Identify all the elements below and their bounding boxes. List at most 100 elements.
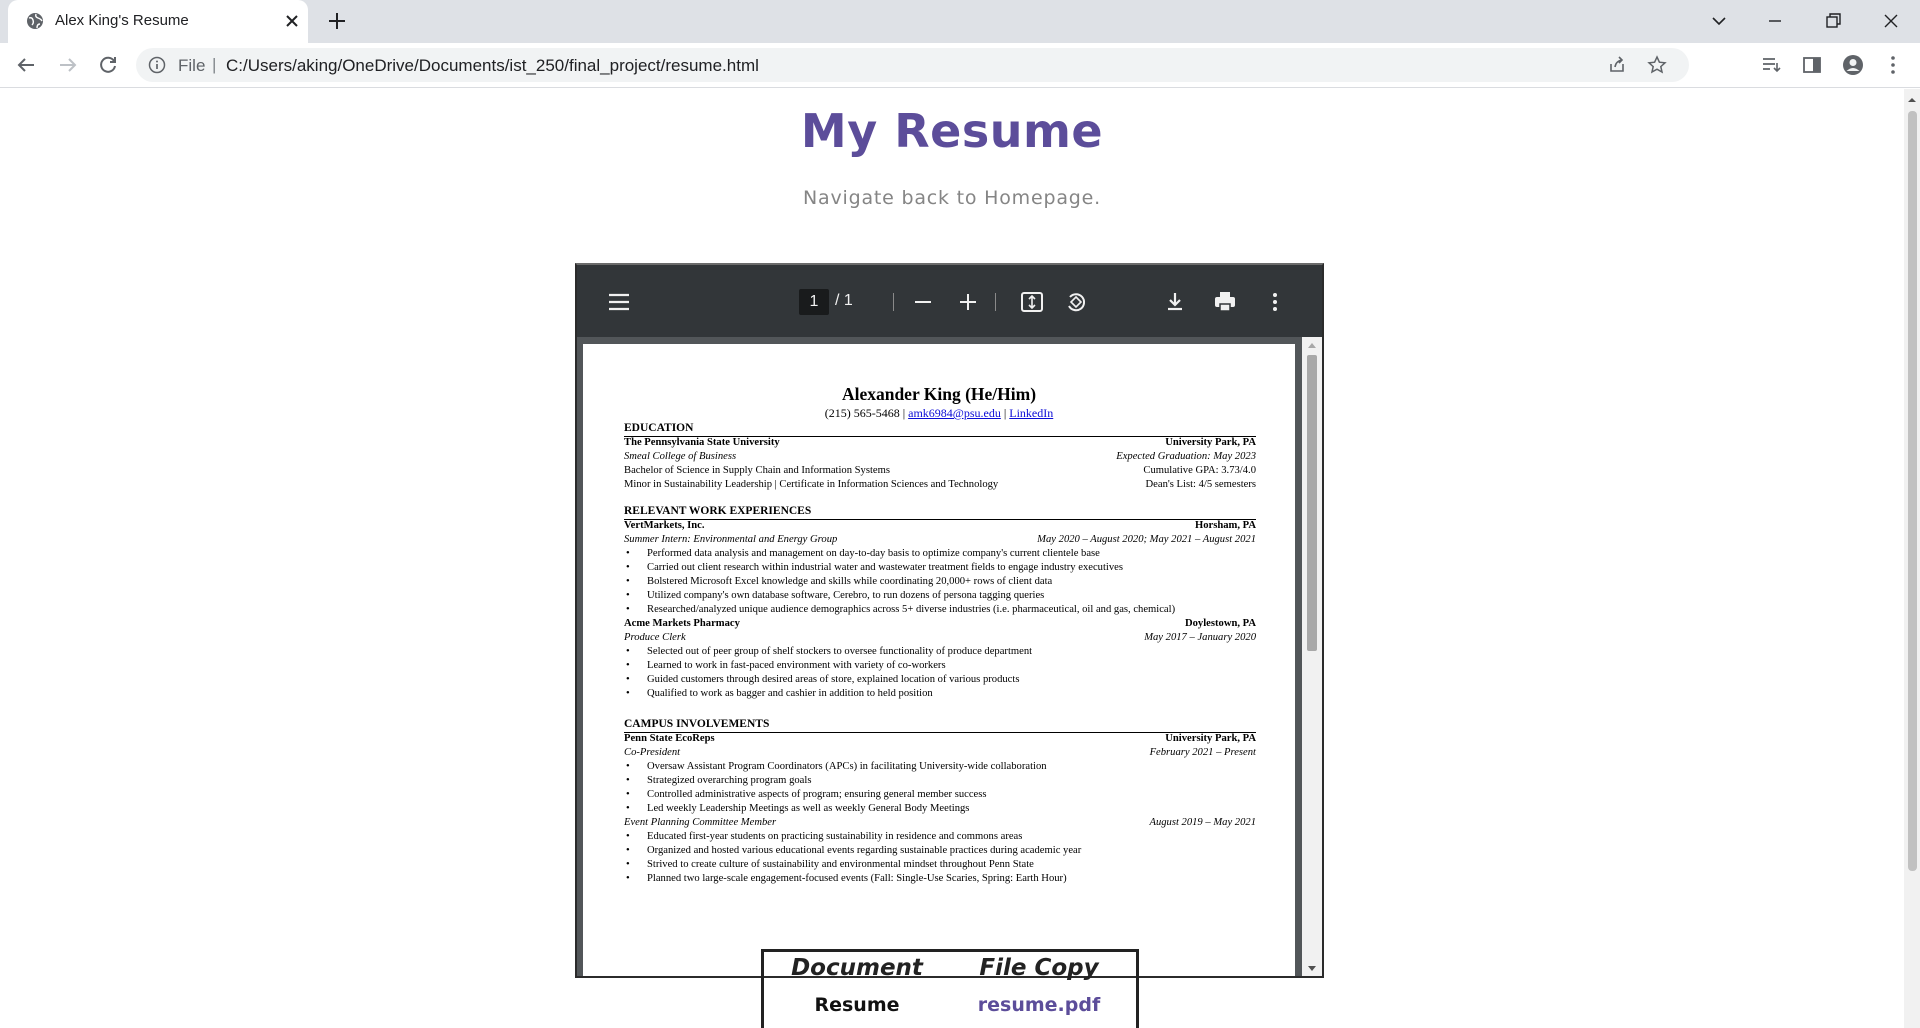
bullet-text: Guided customers through desired areas o…: [647, 674, 1020, 685]
bullet-text: Strived to create culture of sustainabil…: [647, 859, 1034, 870]
bullet-item: Carried out client research within indus…: [626, 561, 1267, 575]
bullet-text: Utilized company's own database software…: [647, 590, 1045, 601]
job-dates: May 2017 – January 2020: [1144, 632, 1256, 643]
new-tab-icon[interactable]: [326, 10, 348, 32]
bullet-text: Selected out of peer group of shelf stoc…: [647, 646, 1033, 657]
more-menu-icon[interactable]: [1882, 54, 1904, 76]
page-scrollbar[interactable]: [1904, 89, 1920, 1028]
org-role: Event Planning Committee Member: [624, 817, 777, 828]
close-tab-icon[interactable]: [282, 11, 302, 31]
tab-search-chevron-icon[interactable]: [1706, 8, 1732, 34]
resume-linkedin-link[interactable]: LinkedIn: [1009, 406, 1053, 420]
bullet-item: Strategized overarching program goals: [626, 774, 1267, 788]
org-role-row: Event Planning Committee Member August 2…: [624, 816, 1256, 830]
pdf-page: Alexander King (He/Him) (215) 565-5468 |…: [583, 344, 1295, 976]
page-content: My Resume Navigate back to Homepage. 1 /…: [0, 89, 1904, 1028]
job-dates: May 2020 – August 2020; May 2021 – Augus…: [1037, 534, 1256, 545]
bullet-item: Researched/analyzed unique audience demo…: [626, 603, 1267, 617]
company-location: Horsham, PA: [1194, 520, 1256, 531]
college-name: Smeal College of Business: [624, 451, 737, 462]
pdf-scroll-thumb[interactable]: [1307, 355, 1317, 651]
company-location: Doylestown, PA: [1184, 618, 1256, 629]
share-icon[interactable]: [1607, 55, 1627, 75]
profile-avatar-icon[interactable]: [1842, 54, 1864, 76]
bullet-item: Organized and hosted various educational…: [626, 844, 1267, 858]
table-header-document: Document: [791, 955, 923, 981]
job-role: Produce Clerk: [624, 632, 686, 643]
pdf-more-icon[interactable]: [1262, 289, 1288, 315]
pdf-scrollbar[interactable]: [1302, 337, 1322, 976]
zoom-out-icon[interactable]: [910, 289, 936, 315]
minimize-icon[interactable]: [1762, 8, 1788, 34]
homepage-link[interactable]: Navigate back to Homepage.: [0, 187, 1904, 209]
resume-contact: (215) 565-5468 | amk6984@psu.edu | Linke…: [583, 406, 1295, 421]
table-header-file-copy: File Copy: [979, 955, 1099, 981]
download-icon[interactable]: [1162, 289, 1188, 315]
tab-strip: Alex King's Resume: [0, 0, 1920, 43]
bullet-text: Educated first-year students on practici…: [647, 831, 1023, 842]
pdf-toolbar: 1 / 1: [577, 265, 1322, 337]
school-location: University Park, PA: [1165, 437, 1256, 448]
resume-name: Alexander King (He/Him): [841, 384, 1037, 404]
forward-arrow-icon[interactable]: [56, 53, 80, 77]
fit-to-page-icon[interactable]: [1019, 289, 1045, 315]
job-role: Summer Intern: Environmental and Energy …: [624, 534, 838, 545]
bullet-item: Qualified to work as bagger and cashier …: [626, 687, 1267, 701]
bullet-item: Controlled administrative aspects of pro…: [626, 788, 1267, 802]
reading-list-icon[interactable]: [1760, 54, 1782, 76]
bullet-text: Bolstered Microsoft Excel knowledge and …: [647, 576, 1053, 587]
print-icon[interactable]: [1212, 289, 1238, 315]
org-role-dates: August 2019 – May 2021: [1149, 817, 1256, 828]
education-row: Bachelor of Science in Supply Chain and …: [624, 464, 1256, 478]
restore-icon[interactable]: [1820, 8, 1846, 34]
reload-icon[interactable]: [96, 53, 120, 77]
page-scroll-thumb[interactable]: [1908, 111, 1917, 871]
minor: Minor in Sustainability Leadership | Cer…: [624, 479, 999, 490]
bullet-item: Performed data analysis and management o…: [626, 547, 1267, 561]
school-name: The Pennsylvania State University: [624, 437, 780, 448]
job-header-row: Acme Markets Pharmacy Doylestown, PA: [624, 617, 1256, 631]
bullet-item: Utilized company's own database software…: [626, 589, 1267, 603]
back-arrow-icon[interactable]: [14, 53, 38, 77]
bullet-item: Led weekly Leadership Meetings as well a…: [626, 802, 1267, 816]
bullet-item: Guided customers through desired areas o…: [626, 673, 1267, 687]
file-table: Document File Copy Resume resume.pdf: [761, 949, 1139, 1028]
bullet-text: Led weekly Leadership Meetings as well a…: [647, 803, 970, 814]
resume-email-link[interactable]: amk6984@psu.edu: [908, 406, 1001, 420]
scroll-up-icon[interactable]: [1907, 95, 1917, 105]
zoom-in-icon[interactable]: [955, 289, 981, 315]
pdf-scroll-down-icon[interactable]: [1307, 965, 1317, 973]
hamburger-menu-icon[interactable]: [606, 289, 632, 315]
page-number-input[interactable]: 1: [799, 289, 829, 315]
org-name: Penn State EcoReps: [624, 733, 715, 744]
company-name: VertMarkets, Inc.: [624, 520, 705, 531]
toolbar-divider: [893, 293, 894, 311]
info-icon[interactable]: [148, 56, 166, 74]
url-text[interactable]: C:/Users/aking/OneDrive/Documents/ist_25…: [226, 56, 759, 76]
url-scheme-label: File: [178, 56, 206, 75]
org-role-dates: February 2021 – Present: [1149, 747, 1256, 758]
resume-pdf-link[interactable]: resume.pdf: [964, 994, 1114, 1016]
pdf-scroll-up-icon[interactable]: [1307, 341, 1317, 349]
bullet-item: Selected out of peer group of shelf stoc…: [626, 645, 1267, 659]
section-heading-education: EDUCATION: [624, 422, 1256, 437]
browser-tab[interactable]: Alex King's Resume: [8, 0, 308, 43]
side-panel-icon[interactable]: [1801, 54, 1823, 76]
bullet-text: Organized and hosted various educational…: [647, 845, 1082, 856]
tab-title: Alex King's Resume: [55, 12, 189, 29]
bullet-text: Researched/analyzed unique audience demo…: [647, 604, 1176, 615]
bullet-text: Performed data analysis and management o…: [647, 548, 1100, 559]
address-bar[interactable]: File | C:/Users/aking/OneDrive/Documents…: [136, 48, 1689, 82]
close-window-icon[interactable]: [1878, 8, 1904, 34]
toolbar-divider: [995, 293, 996, 311]
deans-list: Dean's List: 4/5 semesters: [1145, 479, 1256, 490]
resume-phone: (215) 565-5468 |: [824, 406, 906, 420]
bullet-text: Carried out client research within indus…: [647, 562, 1123, 573]
bullet-text: Learned to work in fast-paced environmen…: [647, 660, 946, 671]
company-name: Acme Markets Pharmacy: [624, 618, 740, 629]
graduation-date: Expected Graduation: May 2023: [1116, 451, 1256, 462]
job-header-row: VertMarkets, Inc. Horsham, PA: [624, 519, 1256, 533]
bookmark-star-icon[interactable]: [1647, 55, 1667, 75]
bullet-text: Oversaw Assistant Program Coordinators (…: [647, 761, 1047, 772]
rotate-icon[interactable]: [1063, 289, 1089, 315]
